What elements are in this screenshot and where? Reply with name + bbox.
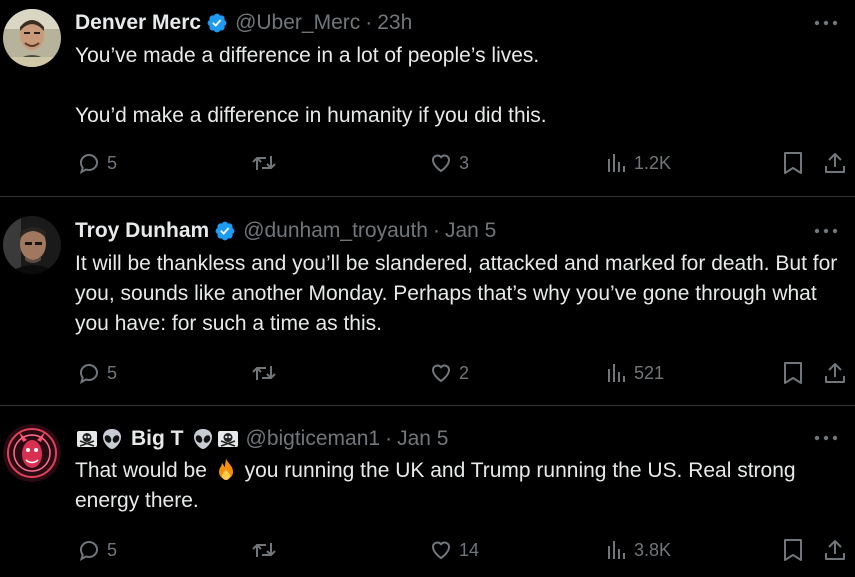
more-icon[interactable] (813, 18, 839, 28)
tweet-header: Troy Dunham @dunham_troyauth · Jan 5 (75, 218, 496, 244)
separator: · (432, 219, 440, 242)
share-button[interactable] (823, 360, 847, 386)
reply-count: 5 (107, 362, 118, 383)
analytics-icon (608, 154, 625, 172)
reply-count: 5 (107, 539, 118, 560)
share-icon (825, 540, 845, 560)
heart-icon (431, 154, 451, 173)
like-button[interactable]: 2 (429, 360, 469, 386)
avatar-denver-merc[interactable] (3, 9, 61, 67)
timestamp[interactable]: Jan 5 (445, 219, 496, 243)
like-count: 14 (459, 539, 480, 560)
reply-button[interactable]: 5 (77, 537, 117, 563)
more-icon[interactable] (813, 226, 839, 236)
handle[interactable]: @dunham_troyauth (243, 219, 428, 243)
tweet-text: You’ve made a difference in a lot of peo… (75, 44, 547, 127)
more-icon[interactable] (813, 433, 839, 443)
bookmark-icon (784, 362, 802, 384)
reply-icon (79, 540, 99, 562)
tweet-header: Big T @bigticeman1 · Jan 5 (75, 426, 448, 452)
share-button[interactable] (823, 150, 847, 176)
timestamp[interactable]: Jan 5 (397, 427, 448, 451)
like-count: 3 (459, 152, 470, 173)
bookmark-icon (784, 152, 802, 174)
skull-crossbones-icon (77, 431, 97, 447)
repost-icon (252, 366, 276, 380)
heart-icon (431, 364, 451, 383)
handle[interactable]: @bigticeman1 (246, 427, 381, 451)
views-button[interactable]: 3.8K (606, 537, 671, 563)
timestamp[interactable]: 23h (377, 11, 412, 35)
bookmark-button[interactable] (782, 150, 804, 176)
reply-count: 5 (107, 152, 118, 173)
repost-icon (252, 156, 276, 170)
tweet-2[interactable]: Troy Dunham @dunham_troyauth · Jan 5 It … (0, 197, 855, 405)
repost-button[interactable] (251, 360, 283, 386)
verified-badge-icon (207, 13, 227, 33)
verified-badge-icon (215, 221, 235, 241)
handle[interactable]: @Uber_Merc (235, 11, 360, 35)
repost-button[interactable] (251, 537, 283, 563)
repost-button[interactable] (251, 150, 283, 176)
share-icon (825, 363, 845, 383)
reply-icon (79, 363, 99, 385)
tweet-text: That would be you running the UK and Tru… (75, 456, 850, 516)
reply-button[interactable]: 5 (77, 360, 117, 386)
views-button[interactable]: 1.2K (606, 150, 671, 176)
like-button[interactable]: 14 (429, 537, 479, 563)
separator: · (385, 427, 393, 450)
repost-icon (252, 543, 276, 557)
tweet-text-before: That would be (75, 459, 213, 482)
share-button[interactable] (823, 537, 847, 563)
like-count: 2 (459, 362, 470, 383)
share-icon (825, 153, 845, 173)
display-name[interactable]: Big T (131, 427, 184, 451)
view-count: 3.8K (634, 539, 672, 560)
display-name[interactable]: Troy Dunham (75, 219, 209, 243)
views-button[interactable]: 521 (606, 360, 664, 386)
tweet-3[interactable]: Big T @bigticeman1 · Jan 5 That would be… (0, 406, 855, 577)
tweet-1[interactable]: Denver Merc @Uber_Merc · 23h You’ve made… (0, 0, 855, 196)
avatar-big-t[interactable] (3, 424, 61, 482)
bookmark-icon (784, 539, 802, 561)
avatar-troy-dunham[interactable] (3, 216, 61, 274)
reply-icon (79, 153, 99, 175)
heart-icon (431, 541, 451, 560)
bookmark-button[interactable] (782, 537, 804, 563)
separator: · (365, 11, 373, 34)
reply-button[interactable]: 5 (77, 150, 117, 176)
alien-icon (103, 429, 121, 449)
alien-icon (193, 429, 212, 449)
skull-crossbones-icon (217, 431, 238, 447)
bookmark-button[interactable] (782, 360, 804, 386)
tweet-header: Denver Merc @Uber_Merc · 23h (75, 10, 412, 36)
view-count: 1.2K (634, 152, 672, 173)
display-name[interactable]: Denver Merc (75, 11, 201, 35)
tweet-text: It will be thankless and you’ll be sland… (75, 252, 838, 335)
analytics-icon (608, 364, 625, 382)
analytics-icon (608, 541, 625, 559)
fire-icon (218, 458, 233, 480)
view-count: 521 (634, 362, 665, 383)
like-button[interactable]: 3 (429, 150, 469, 176)
